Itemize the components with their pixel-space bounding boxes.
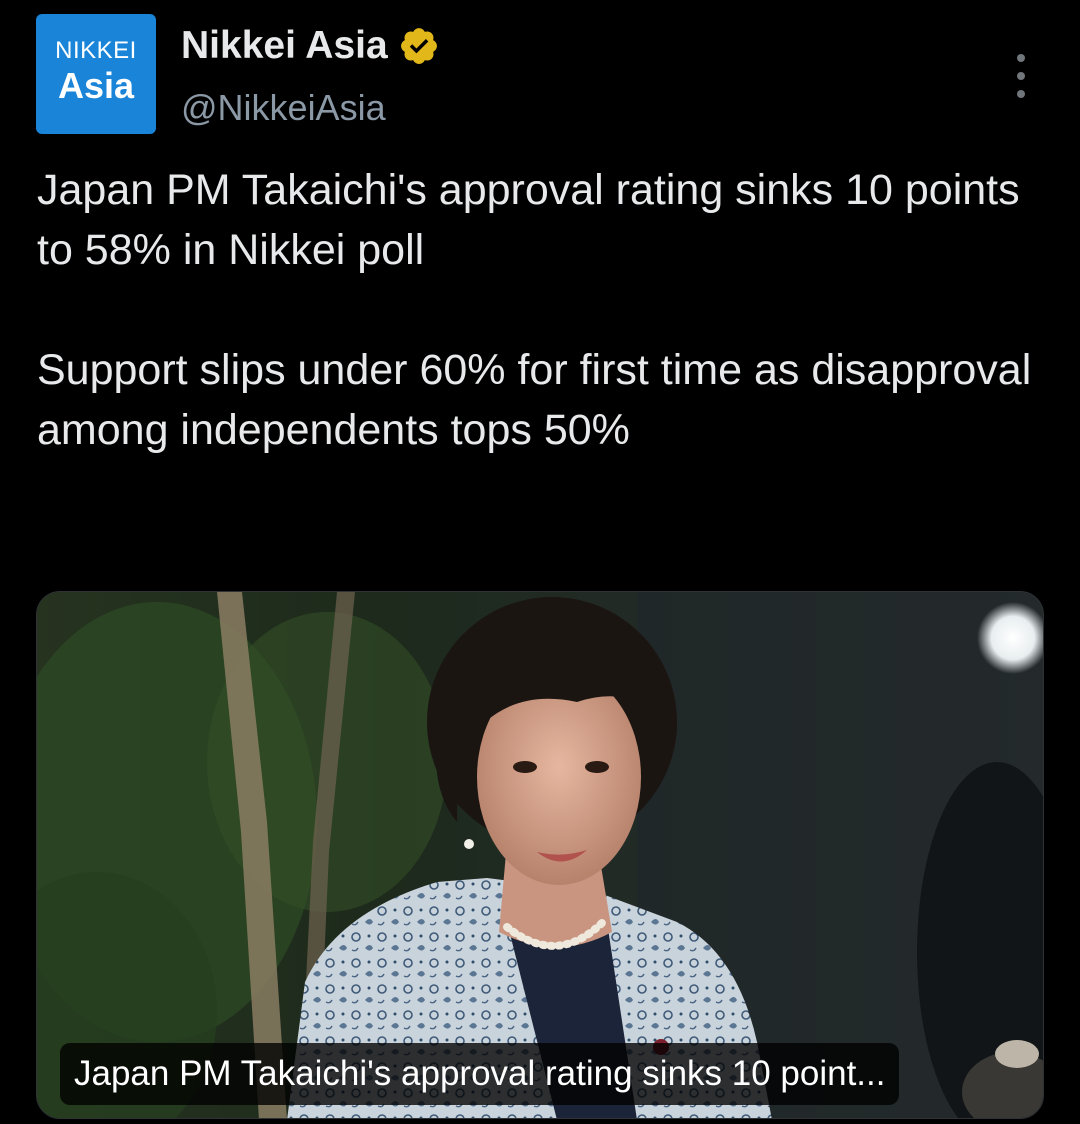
card-caption: Japan PM Takaichi's approval rating sink…: [60, 1043, 900, 1105]
avatar[interactable]: NIKKEI Asia: [36, 14, 156, 134]
dot: [1017, 54, 1025, 62]
card-image: [37, 592, 1043, 1118]
avatar-logo-line1: NIKKEI: [55, 37, 137, 64]
dot: [1017, 90, 1025, 98]
display-name[interactable]: Nikkei Asia: [181, 20, 388, 72]
link-card[interactable]: Japan PM Takaichi's approval rating sink…: [36, 591, 1044, 1119]
tweet-headline: Japan PM Takaichi's approval rating sink…: [37, 166, 1020, 274]
author-name-row[interactable]: Nikkei Asia: [181, 20, 440, 72]
more-options-icon[interactable]: [1004, 54, 1038, 98]
tweet[interactable]: NIKKEI Asia Nikkei Asia @NikkeiAsia Japa…: [0, 0, 1080, 1124]
user-handle[interactable]: @NikkeiAsia: [181, 84, 386, 132]
tweet-subhead: Support slips under 60% for first time a…: [37, 346, 1032, 454]
tweet-text: Japan PM Takaichi's approval rating sink…: [37, 160, 1037, 460]
avatar-logo-line2: Asia: [57, 65, 135, 106]
verified-badge-icon: [398, 25, 440, 67]
dot: [1017, 72, 1025, 80]
